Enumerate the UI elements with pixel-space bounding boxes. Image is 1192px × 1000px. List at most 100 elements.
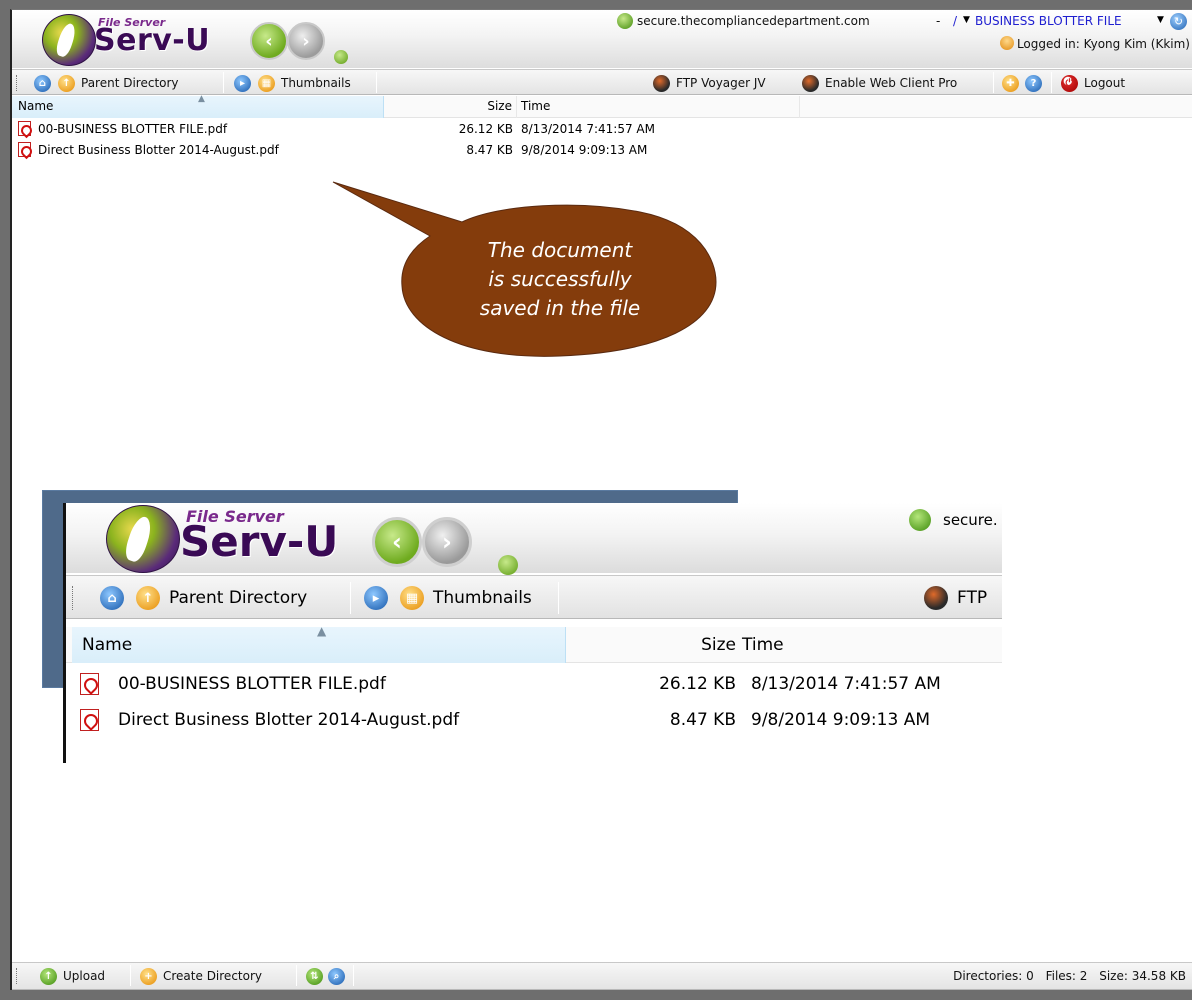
logo-ball-icon (106, 505, 180, 573)
folder-icon: ▸ (234, 74, 251, 92)
thumbnails-button[interactable]: ▦ Thumbnails (258, 73, 351, 93)
status-check-icon (498, 555, 518, 575)
column-name-label: Name (18, 99, 54, 113)
pdf-file-icon (80, 709, 99, 736)
create-directory-label: Create Directory (163, 969, 262, 983)
toolbar-grip[interactable] (16, 75, 19, 91)
column-header-size[interactable]: Size (384, 96, 517, 118)
file-name[interactable]: Direct Business Blotter 2014-August.pdf (38, 143, 279, 157)
refresh-icon[interactable]: ↻ (1170, 13, 1187, 30)
sort-ascending-icon: ▲ (317, 624, 327, 638)
callout-line: is successfully (488, 267, 632, 291)
logout-button[interactable]: ⏻ Logout (1061, 73, 1125, 93)
toolbar-grip[interactable] (72, 586, 75, 610)
search-button[interactable]: ⌕ (328, 966, 345, 986)
forward-button[interactable]: › (287, 22, 325, 60)
status-check-icon (334, 50, 348, 64)
file-time: 8/13/2014 7:41:57 AM (521, 122, 655, 136)
zoom-inset: File Server Serv-U ‹ › secure. ⌂ ↑ Paren… (63, 503, 1002, 763)
power-icon: ⏻ (1061, 74, 1078, 92)
breadcrumb-root-link[interactable]: / (953, 14, 957, 28)
column-header-name[interactable]: Name ▲ (12, 94, 384, 118)
breadcrumb: secure.thecompliancedepartment.com - / ▼… (617, 13, 1192, 33)
enable-web-client-button[interactable]: Enable Web Client Pro (802, 73, 957, 93)
ftp-voyager-button[interactable]: FTP Voyager JV (653, 73, 766, 93)
column-header-name[interactable]: Name ▲ (72, 624, 566, 663)
file-row[interactable]: 00-BUSINESS BLOTTER FILE.pdf 26.12 KB 8/… (12, 120, 1192, 140)
file-size: 8.47 KB (669, 710, 736, 730)
file-row[interactable]: Direct Business Blotter 2014-August.pdf … (12, 141, 1192, 161)
server-icon (909, 509, 931, 531)
breadcrumb-separator: - (936, 14, 941, 28)
callout-line: saved in the file (479, 296, 641, 320)
forward-button[interactable]: › (422, 517, 472, 567)
file-row[interactable]: Direct Business Blotter 2014-August.pdf … (66, 707, 1002, 737)
column-header-time[interactable]: Time (517, 96, 800, 118)
help-button[interactable]: ? (1025, 73, 1042, 93)
file-name[interactable]: 00-BUSINESS BLOTTER FILE.pdf (38, 122, 227, 136)
file-list-header: Name ▲ Size Time (12, 94, 1192, 118)
pdf-file-icon (18, 142, 31, 160)
help-support-button[interactable]: ✚ (1002, 73, 1019, 93)
home-icon: ⌂ (34, 74, 51, 92)
toolbar-divider (350, 582, 351, 614)
file-count: Files: 2 (1045, 969, 1088, 983)
pdf-file-icon (80, 673, 99, 700)
thumbnails-button[interactable]: ▦ Thumbnails (400, 585, 532, 611)
file-name[interactable]: 00-BUSINESS BLOTTER FILE.pdf (118, 674, 386, 694)
support-icon: ✚ (1002, 74, 1019, 92)
app-header: File Server Serv-U ‹ › secure.thecomplia… (12, 10, 1192, 68)
upload-button[interactable]: ↑ Upload (40, 966, 105, 986)
toolbar-divider (296, 965, 297, 986)
callout-line: The document (487, 238, 633, 262)
parent-directory-button[interactable]: ↑ Parent Directory (58, 73, 179, 93)
parent-directory-label: Parent Directory (169, 588, 308, 608)
logged-in-status: Logged in: Kyong Kim (Kkim) (999, 36, 1190, 51)
change-directory-button[interactable]: ▸ (234, 73, 251, 93)
back-button[interactable]: ‹ (250, 22, 288, 60)
logged-in-label: Logged in: Kyong Kim (Kkim) (1016, 37, 1190, 51)
file-time: 9/8/2014 9:09:13 AM (521, 143, 648, 157)
ftp-voyager-icon (653, 74, 670, 92)
column-header-time[interactable]: Time (742, 635, 784, 655)
server-host-link[interactable]: secure. (943, 511, 998, 529)
file-name[interactable]: Direct Business Blotter 2014-August.pdf (118, 710, 459, 730)
thumbnails-icon: ▦ (258, 74, 275, 92)
toolbar-divider (130, 965, 131, 986)
toolbar-grip[interactable] (16, 968, 19, 984)
total-size: Size: 34.58 KB (1099, 969, 1186, 983)
home-button[interactable]: ⌂ (100, 585, 124, 611)
directory-count: Directories: 0 (953, 969, 1034, 983)
change-directory-button[interactable]: ▸ (364, 585, 388, 611)
thumbnails-label: Thumbnails (433, 588, 532, 608)
ftp-voyager-button[interactable]: FTP (924, 585, 987, 611)
server-icon (617, 13, 633, 29)
upload-label: Upload (63, 969, 106, 983)
main-toolbar: ⌂ ↑ Parent Directory ▸ ▦ Thumbnails FTP … (12, 69, 1192, 95)
parent-directory-button[interactable]: ↑ Parent Directory (136, 585, 307, 611)
toolbar-divider (558, 582, 559, 614)
create-directory-button[interactable]: + Create Directory (140, 966, 262, 986)
column-header-size[interactable]: Size (566, 635, 736, 655)
parent-directory-label: Parent Directory (81, 76, 179, 90)
toolbar-divider (223, 72, 224, 93)
toolbar-divider (993, 72, 994, 93)
ftp-voyager-label: FTP (957, 588, 988, 608)
breadcrumb-folder-link[interactable]: BUSINESS BLOTTER FILE (975, 14, 1122, 28)
inset-header: File Server Serv-U ‹ › secure. (66, 503, 1002, 575)
search-icon: ⌕ (328, 967, 345, 985)
user-icon (999, 36, 1014, 50)
parent-directory-icon: ↑ (136, 586, 160, 610)
logo-title: Serv-U (180, 517, 339, 566)
ftp-voyager-icon (924, 586, 948, 610)
server-host-link[interactable]: secure.thecompliancedepartment.com (637, 14, 870, 28)
logo-title: Serv-U (94, 23, 211, 58)
file-time: 8/13/2014 7:41:57 AM (751, 674, 941, 694)
chevron-down-icon[interactable]: ▼ (963, 15, 970, 25)
transfer-button[interactable]: ⇅ (306, 966, 323, 986)
home-button[interactable]: ⌂ (34, 73, 51, 93)
chevron-down-icon[interactable]: ▼ (1157, 15, 1164, 25)
file-row[interactable]: 00-BUSINESS BLOTTER FILE.pdf 26.12 KB 8/… (66, 671, 1002, 701)
back-button[interactable]: ‹ (372, 517, 422, 567)
web-client-icon (802, 74, 819, 92)
